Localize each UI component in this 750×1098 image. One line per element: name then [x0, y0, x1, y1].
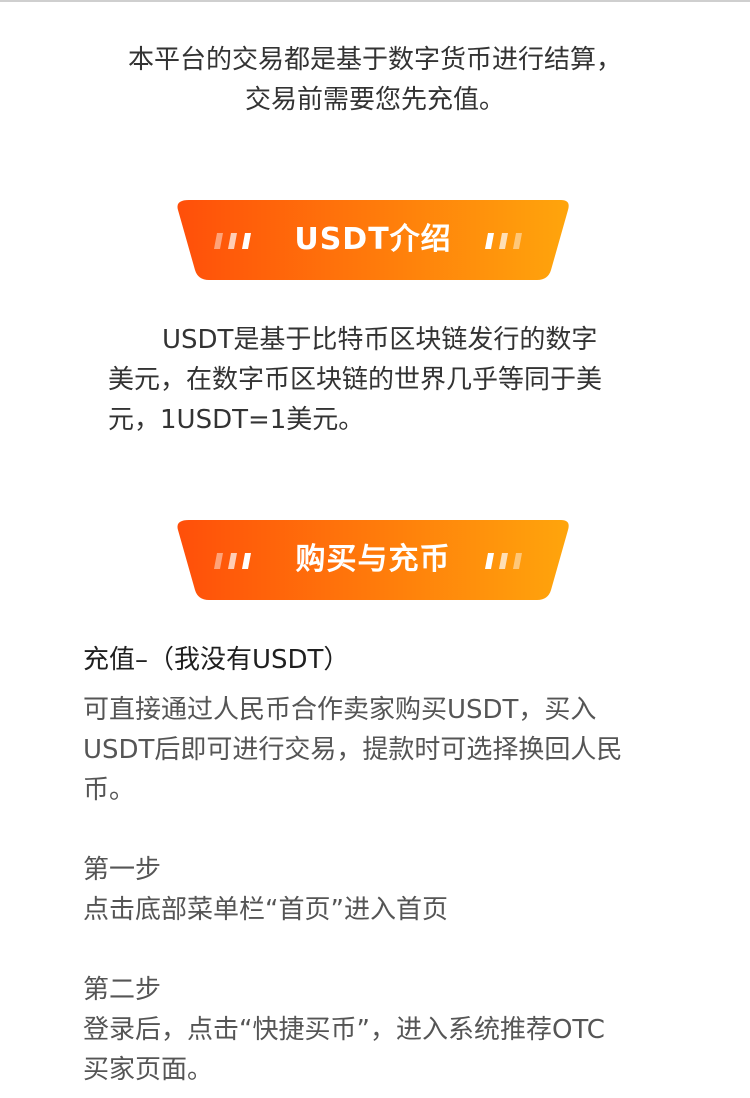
step-1-text: 点击底部菜单栏“首页”进入首页	[83, 895, 448, 925]
usdt-desc-line-2: 美元，在数字币区块链的世界几乎等同于美	[108, 365, 603, 395]
step-2-line-2: 买家页面。	[83, 1055, 214, 1085]
recharge-line-3: 币。	[83, 775, 136, 805]
recharge-line-1: 可直接通过人民币合作卖家购买USDT，买入	[83, 695, 597, 725]
recharge-section: 充值–（我没有USDT） 可直接通过人民币合作卖家购买USDT，买入 USDT后…	[83, 640, 703, 810]
step-1-title: 第一步	[83, 855, 162, 885]
top-divider	[0, 0, 750, 2]
step-1-section: 第一步 点击底部菜单栏“首页”进入首页	[83, 850, 703, 930]
step-2-section: 第二步 登录后，点击“快捷买币”，进入系统推荐OTC 买家页面。	[83, 970, 703, 1090]
intro-text: 本平台的交易都是基于数字货币进行结算， 交易前需要您先充值。	[0, 40, 750, 120]
intro-line-1: 本平台的交易都是基于数字货币进行结算，	[127, 45, 622, 75]
intro-line-2: 交易前需要您先充值。	[244, 85, 505, 115]
recharge-line-2: USDT后即可进行交易，提款时可选择换回人民	[83, 735, 623, 765]
step-2-title: 第二步	[83, 975, 162, 1005]
buy-coin-banner: 购买与充币	[177, 520, 569, 600]
usdt-desc-line-3: 元，1USDT=1美元。	[108, 405, 365, 435]
recharge-title: 充值–（我没有USDT）	[83, 645, 350, 675]
stripes-right-icon	[485, 553, 522, 569]
usdt-intro-banner: USDT介绍	[177, 200, 569, 280]
usdt-desc-line-1: USDT是基于比特币区块链发行的数字	[162, 325, 598, 355]
stripes-right-icon	[485, 233, 522, 249]
usdt-description: USDT是基于比特币区块链发行的数字 美元，在数字币区块链的世界几乎等同于美 元…	[108, 320, 648, 440]
step-2-line-1: 登录后，点击“快捷买币”，进入系统推荐OTC	[83, 1015, 605, 1045]
